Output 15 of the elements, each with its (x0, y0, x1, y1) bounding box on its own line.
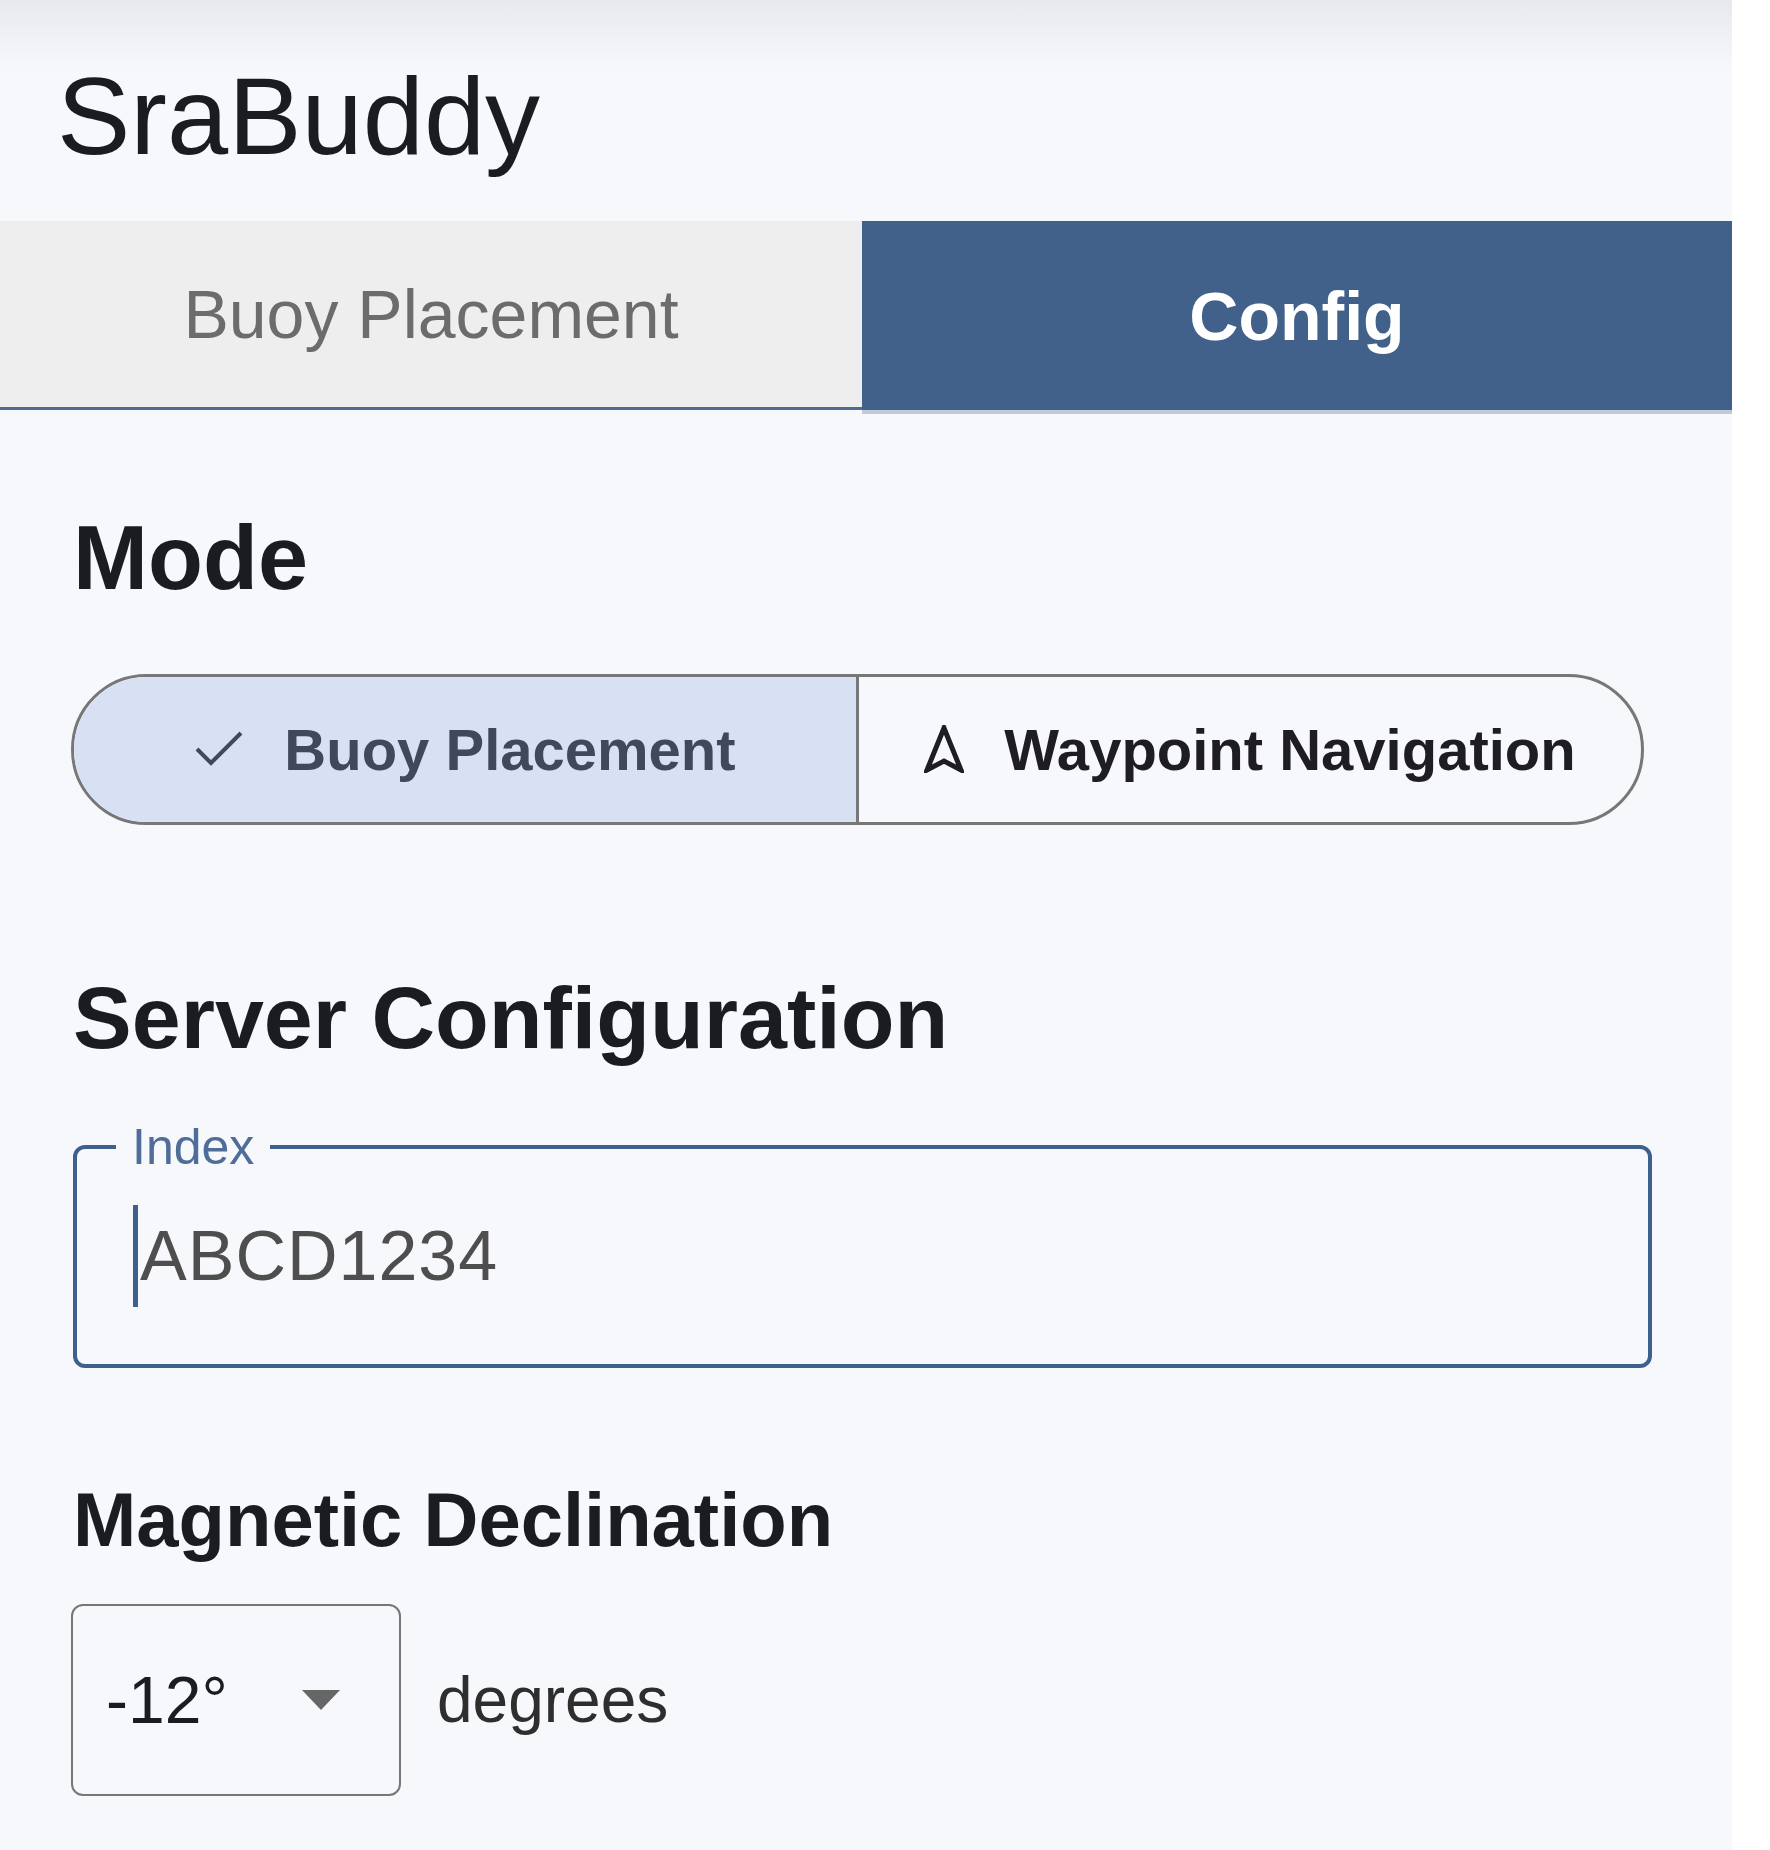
check-icon (194, 730, 245, 768)
mode-option[interactable]: Waypoint Navigation (859, 676, 1641, 822)
section-heading: Server Configuration (73, 966, 949, 1068)
tab[interactable]: Buoy Placement (0, 221, 862, 410)
field-value: ABCD1234 (140, 1215, 499, 1297)
navigation-arrow-icon (924, 725, 965, 773)
section-heading: Mode (73, 507, 308, 610)
unit-label: degrees (437, 1662, 669, 1738)
mode-option[interactable]: Buoy Placement (74, 676, 859, 822)
tab[interactable]: Config (862, 221, 1732, 414)
caret-icon (302, 1690, 340, 1711)
declination-dropdown[interactable]: -12° (71, 1604, 401, 1797)
field-label: Index (131, 1118, 256, 1175)
section-heading: Magnetic Declination (73, 1475, 834, 1564)
app-title: SraBuddy (57, 53, 541, 179)
